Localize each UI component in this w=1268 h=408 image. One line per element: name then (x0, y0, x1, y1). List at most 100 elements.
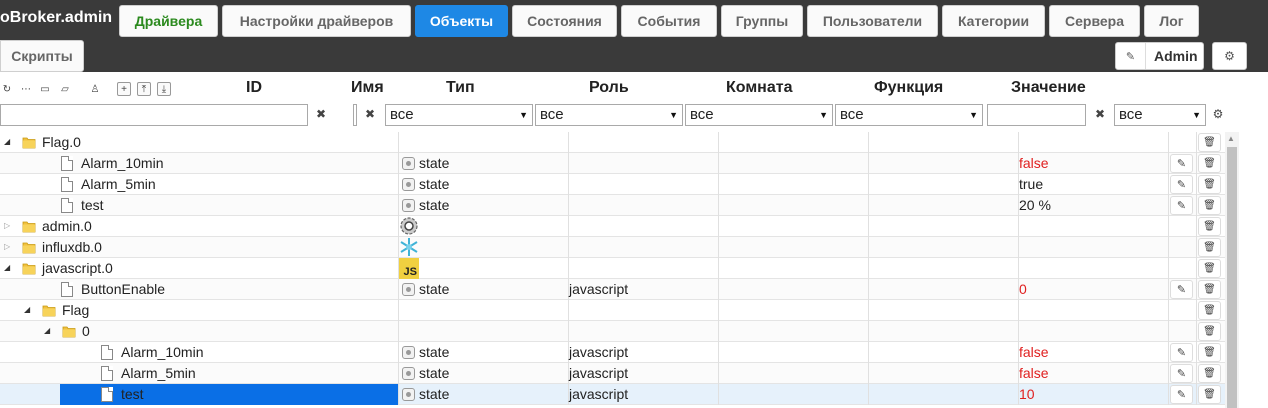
tab-log[interactable]: Лог (1144, 5, 1199, 37)
collapse-toggle-icon[interactable]: ◢ (4, 137, 10, 146)
delete-trash-icon[interactable]: 🗑 (1198, 217, 1221, 236)
object-id-cell[interactable]: Alarm_10min (81, 155, 163, 171)
delete-trash-icon[interactable]: 🗑 (1198, 133, 1221, 152)
id-filter-input[interactable] (0, 104, 308, 126)
tree-state-row[interactable]: Alarm_10min state false ✎ 🗑 (0, 153, 1225, 174)
edit-pencil-icon[interactable]: ✎ (1170, 385, 1193, 404)
collapse-toggle-icon[interactable]: ◢ (44, 326, 50, 335)
delete-trash-icon[interactable]: 🗑 (1198, 364, 1221, 383)
list-icon[interactable]: ⋯ (19, 82, 33, 96)
object-id-cell[interactable]: 0 (82, 323, 90, 339)
object-id-cell[interactable]: Alarm_5min (121, 365, 196, 381)
delete-trash-icon[interactable]: 🗑 (1198, 385, 1221, 404)
object-value-cell[interactable]: 0 (1019, 281, 1027, 297)
edit-pencil-icon[interactable]: ✎ (1170, 175, 1193, 194)
tree-folder-row[interactable]: ◢ Flag.0 🗑 (0, 132, 1225, 153)
column-header-function[interactable]: Функция (874, 79, 943, 97)
object-value-cell[interactable]: 20 % (1019, 197, 1051, 213)
delete-trash-icon[interactable]: 🗑 (1198, 280, 1221, 299)
clear-name-filter-icon[interactable]: ✖ (362, 106, 378, 122)
tab-groups[interactable]: Группы (721, 5, 803, 37)
scrollbar-thumb[interactable] (1227, 147, 1237, 408)
delete-trash-icon[interactable]: 🗑 (1198, 301, 1221, 320)
edit-pencil-icon[interactable]: ✎ (1170, 343, 1193, 362)
tree-state-row[interactable]: ButtonEnable state javascript 0 ✎ 🗑 (0, 279, 1225, 300)
edit-pencil-icon[interactable]: ✎ (1170, 280, 1193, 299)
tree-state-row[interactable]: Alarm_5min state true ✎ 🗑 (0, 174, 1225, 195)
folder-icon[interactable]: ▭ (38, 82, 52, 96)
user-icon[interactable]: ♙ (88, 82, 102, 96)
object-id-cell[interactable]: Alarm_10min (121, 344, 203, 360)
object-id-cell[interactable]: Flag.0 (42, 134, 81, 150)
object-value-cell[interactable]: false (1019, 365, 1049, 381)
edit-pencil-icon[interactable]: ✎ (1170, 196, 1193, 215)
admin-user-button[interactable]: ✎ Admin (1115, 42, 1204, 70)
tab-events[interactable]: События (621, 5, 717, 37)
object-id-cell[interactable]: ButtonEnable (81, 281, 165, 297)
object-id-cell[interactable]: test (121, 386, 144, 402)
edit-pencil-icon[interactable]: ✎ (1170, 154, 1193, 173)
tab-objects[interactable]: Объекты (415, 5, 508, 37)
object-id-cell[interactable]: Flag (62, 302, 89, 318)
object-id-cell[interactable]: Alarm_5min (81, 176, 156, 192)
plus-icon[interactable]: + (117, 82, 131, 96)
tree-state-row[interactable]: test state javascript 10 ✎ 🗑 (0, 384, 1225, 405)
column-header-id[interactable]: ID (246, 79, 262, 97)
object-value-cell[interactable]: true (1019, 176, 1043, 192)
refresh-icon[interactable]: ↻ (0, 82, 14, 96)
type-filter-select[interactable]: все ▼ (385, 104, 533, 126)
tab-categories[interactable]: Категории (942, 5, 1045, 37)
object-value-cell[interactable]: false (1019, 155, 1049, 171)
delete-trash-icon[interactable]: 🗑 (1198, 322, 1221, 341)
tab-states[interactable]: Состояния (512, 5, 617, 37)
folder-open-icon[interactable]: ▱ (58, 82, 72, 96)
clear-value-filter-icon[interactable]: ✖ (1092, 106, 1108, 122)
scroll-up-arrow-icon[interactable]: ▲ (1227, 134, 1235, 143)
tab-drivers[interactable]: Драйвера (119, 5, 218, 37)
delete-trash-icon[interactable]: 🗑 (1198, 154, 1221, 173)
object-value-cell[interactable]: 10 (1019, 386, 1035, 402)
tree-state-row[interactable]: Alarm_10min state javascript false ✎ 🗑 (0, 342, 1225, 363)
tree-folder-row[interactable]: ◢ Flag 🗑 (0, 300, 1225, 321)
delete-trash-icon[interactable]: 🗑 (1198, 343, 1221, 362)
tab-servers[interactable]: Сервера (1049, 5, 1140, 37)
edit-pencil-icon[interactable]: ✎ (1170, 364, 1193, 383)
object-id-cell[interactable]: javascript.0 (42, 260, 113, 276)
tab-scripts[interactable]: Скрипты (0, 40, 84, 72)
column-header-type[interactable]: Тип (446, 79, 475, 97)
tree-state-row[interactable]: test state 20 % ✎ 🗑 (0, 195, 1225, 216)
tab-driver-settings[interactable]: Настройки драйверов (222, 5, 411, 37)
collapse-toggle-icon[interactable]: ◢ (4, 263, 10, 272)
role-filter-select[interactable]: все ▼ (535, 104, 683, 126)
column-header-name[interactable]: Имя (351, 79, 384, 97)
column-header-room[interactable]: Комната (726, 79, 792, 97)
expand-toggle-icon[interactable]: ▷ (4, 242, 10, 251)
upload-icon[interactable]: ⤒ (137, 82, 151, 96)
tree-folder-row[interactable]: ▷ admin.0 🗑 (0, 216, 1225, 237)
download-icon[interactable]: ⤓ (157, 82, 171, 96)
column-settings-gear-icon[interactable]: ⚙ (1210, 106, 1226, 122)
collapse-toggle-icon[interactable]: ◢ (24, 305, 30, 314)
room-filter-select[interactable]: все ▼ (685, 104, 833, 126)
function-filter-select[interactable]: все ▼ (835, 104, 983, 126)
tree-folder-row[interactable]: ◢ 0 🗑 (0, 321, 1225, 342)
column-header-value[interactable]: Значение (1011, 79, 1086, 97)
clear-id-filter-icon[interactable]: ✖ (313, 106, 329, 122)
object-id-cell[interactable]: test (81, 197, 104, 213)
expand-toggle-icon[interactable]: ▷ (4, 221, 10, 230)
object-value-cell[interactable]: false (1019, 344, 1049, 360)
column-header-role[interactable]: Роль (589, 79, 629, 97)
tree-folder-row[interactable]: ◢ javascript.0 JS 🗑 (0, 258, 1225, 279)
object-id-cell[interactable]: influxdb.0 (42, 239, 102, 255)
delete-trash-icon[interactable]: 🗑 (1198, 238, 1221, 257)
object-id-cell[interactable]: admin.0 (42, 218, 92, 234)
delete-trash-icon[interactable]: 🗑 (1198, 196, 1221, 215)
tab-users[interactable]: Пользователи (807, 5, 938, 37)
tree-folder-row[interactable]: ▷ influxdb.0 🗑 (0, 237, 1225, 258)
settings-button[interactable]: ⚙ (1212, 42, 1247, 70)
tree-state-row[interactable]: Alarm_5min state javascript false ✎ 🗑 (0, 363, 1225, 384)
last-filter-select[interactable]: все ▼ (1114, 104, 1206, 126)
value-filter-input[interactable] (987, 104, 1086, 126)
delete-trash-icon[interactable]: 🗑 (1198, 175, 1221, 194)
delete-trash-icon[interactable]: 🗑 (1198, 259, 1221, 278)
